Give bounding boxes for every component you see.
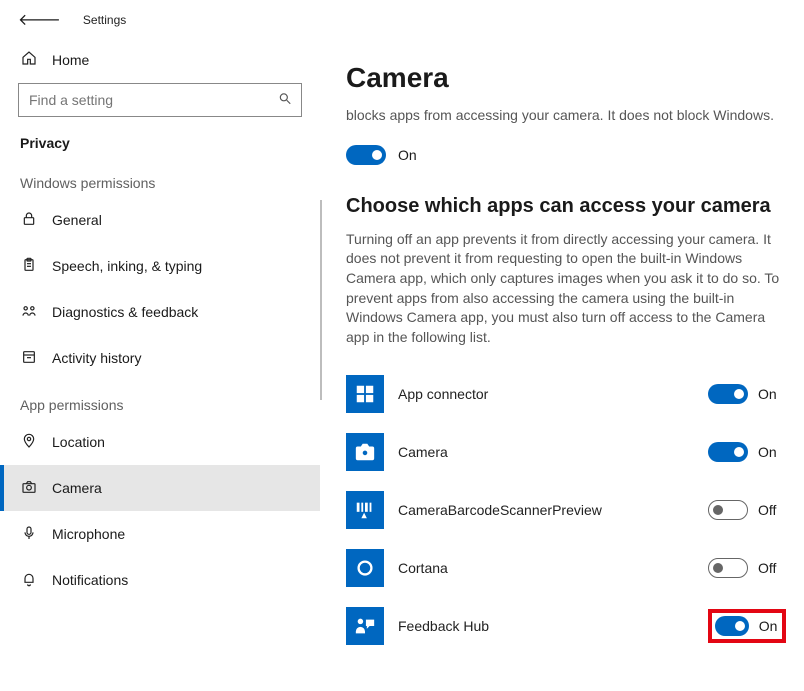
search-wrap bbox=[18, 83, 302, 117]
main-content: Camera blocks apps from accessing your c… bbox=[320, 40, 804, 691]
page-title: Camera bbox=[346, 62, 786, 94]
sidebar-item-location[interactable]: Location bbox=[0, 419, 320, 465]
sidebar-item-label: Microphone bbox=[52, 526, 125, 542]
section-title: Choose which apps can access your camera bbox=[346, 195, 786, 218]
app-toggle-state: On bbox=[759, 618, 779, 634]
app-row: CameraBarcodeScannerPreview Off bbox=[346, 481, 786, 539]
app-toggle[interactable] bbox=[708, 558, 748, 578]
feedback-icon bbox=[20, 303, 38, 322]
master-toggle-row: On bbox=[346, 145, 786, 165]
app-icon bbox=[346, 491, 384, 529]
sidebar-item-label: General bbox=[52, 212, 102, 228]
app-row: Camera On bbox=[346, 423, 786, 481]
sidebar-item-label: Camera bbox=[52, 480, 102, 496]
sidebar-item-label: Notifications bbox=[52, 572, 128, 588]
master-toggle-state: On bbox=[398, 147, 417, 163]
app-icon bbox=[346, 549, 384, 587]
sidebar-item-microphone[interactable]: Microphone bbox=[0, 511, 320, 557]
app-icon bbox=[346, 375, 384, 413]
titlebar: 🡐 Settings bbox=[0, 0, 804, 40]
sidebar-category-privacy: Privacy bbox=[0, 129, 320, 159]
app-toggle-wrap: On bbox=[708, 384, 786, 404]
app-name-label: Cortana bbox=[398, 560, 694, 576]
app-name-label: CameraBarcodeScannerPreview bbox=[398, 502, 694, 518]
app-row: Feedback Hub On bbox=[346, 597, 786, 655]
sidebar-item-speech[interactable]: Speech, inking, & typing bbox=[0, 243, 320, 289]
sidebar-header-app-permissions: App permissions bbox=[0, 381, 320, 419]
app-list: App connector On Camera On CameraBarcodeScan… bbox=[346, 365, 786, 655]
home-icon bbox=[20, 50, 38, 69]
app-icon bbox=[346, 433, 384, 471]
app-name-label: Feedback Hub bbox=[398, 618, 694, 634]
sidebar-item-label: Diagnostics & feedback bbox=[52, 304, 198, 320]
sidebar-item-label: Speech, inking, & typing bbox=[52, 258, 202, 274]
sidebar-item-notifications[interactable]: Notifications bbox=[0, 557, 320, 603]
sidebar-item-activity[interactable]: Activity history bbox=[0, 335, 320, 381]
app-toggle[interactable] bbox=[715, 616, 749, 636]
app-name-label: Camera bbox=[398, 444, 694, 460]
app-row: App connector On bbox=[346, 365, 786, 423]
sidebar: Home Privacy Windows permissions General… bbox=[0, 40, 320, 691]
sidebar-item-general[interactable]: General bbox=[0, 197, 320, 243]
app-toggle-state: On bbox=[758, 386, 782, 402]
master-toggle[interactable] bbox=[346, 145, 386, 165]
mic-icon bbox=[20, 525, 38, 544]
bell-icon bbox=[20, 571, 38, 590]
history-icon bbox=[20, 349, 38, 368]
search-input[interactable] bbox=[18, 83, 302, 117]
app-toggle-state: Off bbox=[758, 502, 782, 518]
sidebar-item-diagnostics[interactable]: Diagnostics & feedback bbox=[0, 289, 320, 335]
titlebar-label: Settings bbox=[83, 13, 126, 27]
app-toggle-wrap: Off bbox=[708, 558, 786, 578]
location-icon bbox=[20, 433, 38, 452]
nav-home-label: Home bbox=[52, 52, 89, 68]
sidebar-item-label: Activity history bbox=[52, 350, 141, 366]
back-icon[interactable]: 🡐 bbox=[18, 9, 61, 30]
sidebar-item-label: Location bbox=[52, 434, 105, 450]
app-toggle[interactable] bbox=[708, 384, 748, 404]
sidebar-item-camera[interactable]: Camera bbox=[0, 465, 320, 511]
app-toggle[interactable] bbox=[708, 442, 748, 462]
app-name-label: App connector bbox=[398, 386, 694, 402]
app-row: Cortana Off bbox=[346, 539, 786, 597]
camera-icon bbox=[20, 479, 38, 498]
page-description: blocks apps from accessing your camera. … bbox=[346, 106, 776, 125]
app-toggle-wrap: Off bbox=[708, 500, 786, 520]
app-toggle-wrap: On bbox=[708, 442, 786, 462]
clipboard-icon bbox=[20, 257, 38, 276]
app-toggle[interactable] bbox=[708, 500, 748, 520]
app-icon bbox=[346, 607, 384, 645]
lock-icon bbox=[20, 211, 38, 230]
nav-home[interactable]: Home bbox=[0, 40, 320, 79]
section-description: Turning off an app prevents it from dire… bbox=[346, 230, 786, 348]
app-toggle-state: On bbox=[758, 444, 782, 460]
app-toggle-state: Off bbox=[758, 560, 782, 576]
app-toggle-wrap: On bbox=[708, 609, 786, 643]
sidebar-header-windows-permissions: Windows permissions bbox=[0, 159, 320, 197]
